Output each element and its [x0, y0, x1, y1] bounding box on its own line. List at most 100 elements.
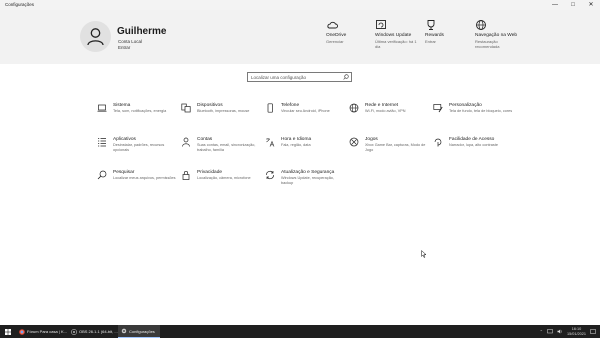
lock-icon [182, 171, 190, 180]
category-apps[interactable]: Aplicativos Desinstalar, padrões, recurs… [97, 137, 177, 161]
clock-date: 15/01/2021 [566, 331, 586, 336]
category-time-language[interactable]: Hora e Idioma Fala, região, data [265, 137, 345, 161]
header-windows-update[interactable]: Windows Update Última verificação: há 1 … [375, 18, 421, 49]
category-title: Aplicativos [113, 137, 136, 142]
keyboard-icon [181, 103, 191, 113]
laptop-icon [97, 104, 107, 112]
volume-icon[interactable] [557, 329, 563, 334]
search-icon [97, 170, 107, 180]
mouse-cursor-icon [421, 250, 427, 258]
category-description: Desinstalar, padrões, recursos opcionais [113, 143, 165, 152]
category-title: Telefone [281, 103, 300, 108]
category-title: Pesquisar [113, 170, 135, 175]
category-title: Jogos [365, 137, 378, 142]
category-title: Hora e Idioma [281, 137, 312, 142]
start-button[interactable] [3, 325, 13, 338]
header-item-subtitle: Entrar [425, 38, 436, 44]
account-name: Guilherme [117, 26, 167, 37]
settings-header: Guilherme Conta Local Entrar OneDrive Ge… [0, 10, 600, 64]
category-description: Bluetooth, impressoras, mouse [197, 109, 250, 113]
category-description: Vincular seu Android, iPhone [281, 109, 330, 113]
window-title: Configurações [5, 2, 35, 7]
system-tray: ⌃ 16:10 15/01/2021 [540, 325, 596, 338]
header-item-subtitle: Última verificação: há 1 dia [375, 38, 417, 49]
search-box[interactable] [247, 72, 352, 82]
account-type: Conta Local [118, 39, 143, 44]
search-input[interactable] [251, 73, 341, 81]
windows-logo-icon [5, 328, 11, 335]
header-rewards[interactable]: Rewards Entrar [425, 18, 471, 44]
category-title: Sistema [113, 103, 131, 108]
header-item-subtitle: Gerenciar [326, 38, 344, 44]
category-system[interactable]: Sistema Tela, som, notificações, energia [97, 103, 177, 127]
category-devices[interactable]: Dispositivos Bluetooth, impressoras, mou… [181, 103, 261, 127]
network-icon[interactable] [547, 329, 553, 334]
globe-icon [475, 18, 521, 32]
category-description: Fala, região, data [281, 143, 311, 147]
category-description: Narrador, lupa, alto contraste [449, 143, 498, 147]
time-language-icon [266, 138, 275, 147]
maximize-button[interactable]: □ [564, 0, 582, 10]
category-description: Localização, câmera, microfone [197, 176, 251, 180]
chevron-up-icon[interactable]: ⌃ [540, 329, 543, 334]
taskbar-clock[interactable]: 16:10 15/01/2021 [567, 327, 586, 336]
header-web-browsing[interactable]: Navegação na Web Restauração recomendada [475, 18, 521, 49]
taskbar-item-label: Configurações [129, 328, 155, 334]
settings-gear-icon [121, 328, 127, 334]
globe-network-icon [349, 103, 359, 113]
taskbar: Fórum Para casa | K... OBS 26.1.1 (64-bi… [0, 325, 600, 338]
sign-in-link[interactable]: Entrar [118, 45, 130, 50]
category-network[interactable]: Rede e Internet Wi-Fi, modo avião, VPN [349, 103, 429, 127]
category-description: Wi-Fi, modo avião, VPN [365, 109, 406, 113]
header-item-subtitle: Restauração recomendada [475, 38, 500, 49]
chrome-icon [19, 328, 25, 335]
header-onedrive[interactable]: OneDrive Gerenciar [326, 18, 372, 44]
category-title: Facilidade de Acesso [449, 137, 495, 142]
rewards-trophy-icon [425, 18, 471, 32]
taskbar-item-chrome[interactable]: Fórum Para casa | K... [17, 325, 69, 338]
taskbar-item-label: OBS 26.1.1 (64-bit, ... [79, 329, 118, 334]
obs-icon [71, 328, 77, 335]
avatar[interactable] [80, 21, 111, 52]
user-icon [87, 28, 104, 46]
ease-of-access-icon [434, 138, 442, 147]
notifications-icon[interactable] [590, 328, 596, 335]
taskbar-item-settings[interactable]: Configurações [118, 325, 160, 338]
window-controls: — □ ✕ [546, 0, 600, 10]
category-title: Dispositivos [197, 103, 223, 108]
xbox-icon [349, 137, 359, 147]
title-bar: Configurações — □ ✕ [0, 0, 600, 10]
search-icon[interactable] [343, 74, 349, 80]
minimize-button[interactable]: — [546, 0, 564, 10]
person-icon [182, 137, 190, 147]
category-phone[interactable]: Telefone Vincular seu Android, iPhone [265, 103, 345, 127]
category-title: Rede e Internet [365, 103, 399, 108]
taskbar-item-label: Fórum Para casa | K... [27, 329, 67, 334]
taskbar-item-obs[interactable]: OBS 26.1.1 (64-bit, ... [69, 325, 119, 338]
category-privacy[interactable]: Privacidade Localização, câmera, microfo… [181, 170, 261, 194]
category-accounts[interactable]: Contas Suas contas, email, sincronização… [181, 137, 261, 161]
windows-update-icon [375, 18, 421, 32]
category-description: Windows Update, recuperação, backup [281, 176, 334, 185]
category-update-security[interactable]: Atualização e Segurança Windows Update, … [265, 170, 345, 194]
category-title: Contas [197, 137, 213, 142]
category-description: Xbox Game Bar, capturas, Modo de Jogo [365, 143, 426, 152]
close-button[interactable]: ✕ [582, 0, 600, 10]
category-title: Privacidade [197, 170, 223, 175]
category-title: Personalização [449, 103, 482, 108]
apps-list-icon [98, 138, 106, 147]
category-description: Tela, som, notificações, energia [113, 109, 167, 113]
category-personalization[interactable]: Personalização Tela de fundo, tela de bl… [433, 103, 513, 127]
phone-icon [267, 103, 273, 113]
category-title: Atualização e Segurança [281, 170, 335, 175]
header-item-title: Navegação na Web [475, 33, 518, 38]
category-description: Suas contas, email, sincronização, traba… [197, 143, 256, 152]
category-description: Tela de fundo, tela de bloqueio, cores [449, 109, 513, 113]
category-search[interactable]: Pesquisar Localizar meus arquivos, permi… [97, 170, 177, 194]
paintbrush-icon [433, 104, 443, 113]
onedrive-cloud-icon [326, 18, 372, 32]
update-sync-icon [266, 170, 274, 180]
category-gaming[interactable]: Jogos Xbox Game Bar, capturas, Modo de J… [349, 137, 429, 161]
category-description: Localizar meus arquivos, permissões [113, 176, 176, 180]
category-ease-of-access[interactable]: Facilidade de Acesso Narrador, lupa, alt… [433, 137, 513, 161]
